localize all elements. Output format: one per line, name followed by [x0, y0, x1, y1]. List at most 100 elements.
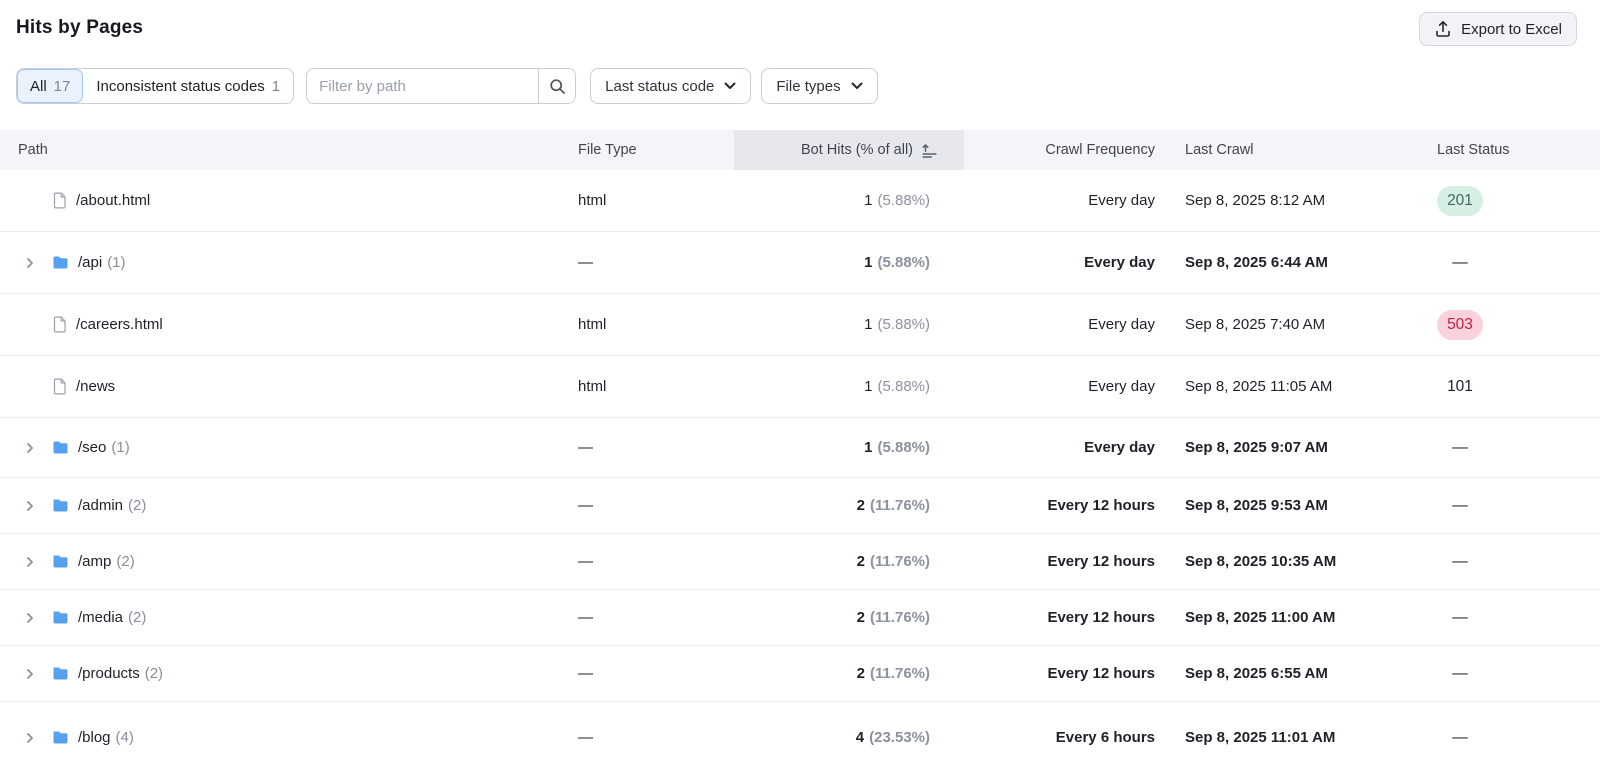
table-row[interactable]: /api (1) — 1 (5.88%) Every day Sep 8, 20… — [0, 232, 1600, 294]
status-badge: 101 — [1437, 372, 1483, 402]
status-badge: — — [1437, 659, 1483, 689]
hits-percent: (11.76%) — [870, 497, 930, 514]
folder-icon — [52, 730, 69, 745]
bot-hits-cell: 1 (5.88%) — [734, 356, 964, 417]
status-filter-tabs: All 17 Inconsistent status codes 1 — [16, 68, 294, 104]
chevron-right-icon[interactable] — [24, 612, 52, 624]
table-row[interactable]: /news html 1 (5.88%) Every day Sep 8, 20… — [0, 356, 1600, 418]
bot-hits-cell: 2 (11.76%) — [734, 534, 964, 589]
status-badge: — — [1437, 433, 1483, 463]
path-label: /careers.html — [76, 316, 163, 333]
bot-hits-cell: 4 (23.53%) — [734, 702, 964, 773]
path-label: /blog — [78, 729, 111, 746]
path-filter — [306, 68, 576, 104]
crawl-frequency-cell: Every 12 hours — [964, 478, 1165, 533]
table-row[interactable]: /careers.html html 1 (5.88%) Every day S… — [0, 294, 1600, 356]
column-header-crawl-frequency[interactable]: Crawl Frequency — [964, 130, 1165, 170]
crawl-frequency-cell: Every day — [964, 356, 1165, 417]
file-types-dropdown[interactable]: File types — [761, 68, 877, 104]
table-row[interactable]: /blog (4) — 4 (23.53%) Every 6 hours Sep… — [0, 702, 1600, 773]
last-crawl-cell: Sep 8, 2025 9:07 AM — [1165, 418, 1400, 477]
path-label: /about.html — [76, 192, 150, 209]
last-status-cell: — — [1400, 418, 1600, 477]
search-icon — [549, 78, 566, 95]
table-row[interactable]: /products (2) — 2 (11.76%) Every 12 hour… — [0, 646, 1600, 702]
chevron-right-icon[interactable] — [24, 732, 52, 744]
chevron-right-icon[interactable] — [24, 556, 52, 568]
chevron-right-icon[interactable] — [24, 442, 52, 454]
folder-icon — [52, 610, 69, 625]
crawl-frequency-cell: Every day — [964, 170, 1165, 231]
last-status-code-dropdown[interactable]: Last status code — [590, 68, 751, 104]
last-status-cell: — — [1400, 534, 1600, 589]
last-crawl-cell: Sep 8, 2025 10:35 AM — [1165, 534, 1400, 589]
column-header-last-crawl[interactable]: Last Crawl — [1165, 130, 1400, 170]
chevron-right-icon[interactable] — [24, 668, 52, 680]
folder-icon — [52, 554, 69, 569]
file-type-cell: html — [560, 356, 734, 417]
tab-inconsistent-status-codes[interactable]: Inconsistent status codes 1 — [83, 69, 293, 103]
hits-percent: (5.88%) — [877, 439, 930, 456]
file-type-cell: — — [560, 702, 734, 773]
table-row[interactable]: /admin (2) — 2 (11.76%) Every 12 hours S… — [0, 478, 1600, 534]
column-header-bot-hits[interactable]: Bot Hits (% of all) — [734, 130, 964, 170]
file-type-cell: — — [560, 478, 734, 533]
crawl-frequency-cell: Every day — [964, 232, 1165, 293]
bot-hits-cell: 1 (5.88%) — [734, 294, 964, 355]
hits-percent: (5.88%) — [877, 254, 930, 271]
hits-value: 1 — [864, 439, 872, 456]
path-cell: /careers.html — [0, 294, 560, 355]
path-cell: /api (1) — [0, 232, 560, 293]
path-count: (2) — [128, 497, 146, 514]
path-cell: /products (2) — [0, 646, 560, 701]
file-type-cell: — — [560, 232, 734, 293]
last-status-cell: 201 — [1400, 170, 1600, 231]
chevron-right-icon[interactable] — [24, 500, 52, 512]
crawl-frequency-cell: Every 12 hours — [964, 646, 1165, 701]
path-label: /news — [76, 378, 115, 395]
last-crawl-cell: Sep 8, 2025 8:12 AM — [1165, 170, 1400, 231]
tab-all[interactable]: All 17 — [17, 69, 83, 103]
last-crawl-cell: Sep 8, 2025 11:05 AM — [1165, 356, 1400, 417]
last-crawl-cell: Sep 8, 2025 11:01 AM — [1165, 702, 1400, 773]
path-count: (1) — [111, 439, 129, 456]
file-icon — [52, 316, 67, 333]
hits-value: 1 — [864, 254, 872, 271]
path-filter-input[interactable] — [307, 69, 538, 103]
search-button[interactable] — [538, 69, 575, 103]
path-label: /amp — [78, 553, 111, 570]
table-row[interactable]: /amp (2) — 2 (11.76%) Every 12 hours Sep… — [0, 534, 1600, 590]
last-status-cell: — — [1400, 232, 1600, 293]
path-cell: /blog (4) — [0, 702, 560, 773]
hits-value: 2 — [857, 609, 865, 626]
file-type-cell: html — [560, 294, 734, 355]
table-row[interactable]: /seo (1) — 1 (5.88%) Every day Sep 8, 20… — [0, 418, 1600, 478]
export-to-excel-button[interactable]: Export to Excel — [1419, 12, 1577, 46]
column-header-path[interactable]: Path — [0, 130, 560, 170]
column-header-file-type[interactable]: File Type — [560, 130, 734, 170]
file-type-cell: — — [560, 418, 734, 477]
table-row[interactable]: /media (2) — 2 (11.76%) Every 12 hours S… — [0, 590, 1600, 646]
chevron-right-icon[interactable] — [24, 257, 52, 269]
last-status-cell: — — [1400, 590, 1600, 645]
hits-value: 2 — [857, 665, 865, 682]
path-count: (1) — [107, 254, 125, 271]
last-status-cell: — — [1400, 478, 1600, 533]
crawl-frequency-cell: Every day — [964, 418, 1165, 477]
file-icon — [52, 192, 67, 209]
path-count: (2) — [128, 609, 146, 626]
path-cell: /about.html — [0, 170, 560, 231]
toolbar: Hits by Pages Export to Excel All 17 Inc… — [0, 0, 1600, 130]
column-header-last-status[interactable]: Last Status — [1400, 130, 1600, 170]
table-row[interactable]: /about.html html 1 (5.88%) Every day Sep… — [0, 170, 1600, 232]
status-badge: 201 — [1437, 186, 1483, 216]
path-cell: /amp (2) — [0, 534, 560, 589]
hits-percent: (11.76%) — [870, 665, 930, 682]
status-badge: — — [1437, 547, 1483, 577]
tab-inconsistent-label: Inconsistent status codes — [96, 78, 264, 95]
status-badge: — — [1437, 248, 1483, 278]
bot-hits-cell: 1 (5.88%) — [734, 232, 964, 293]
hits-percent: (5.88%) — [877, 316, 930, 333]
hits-value: 2 — [857, 553, 865, 570]
file-type-cell: — — [560, 646, 734, 701]
